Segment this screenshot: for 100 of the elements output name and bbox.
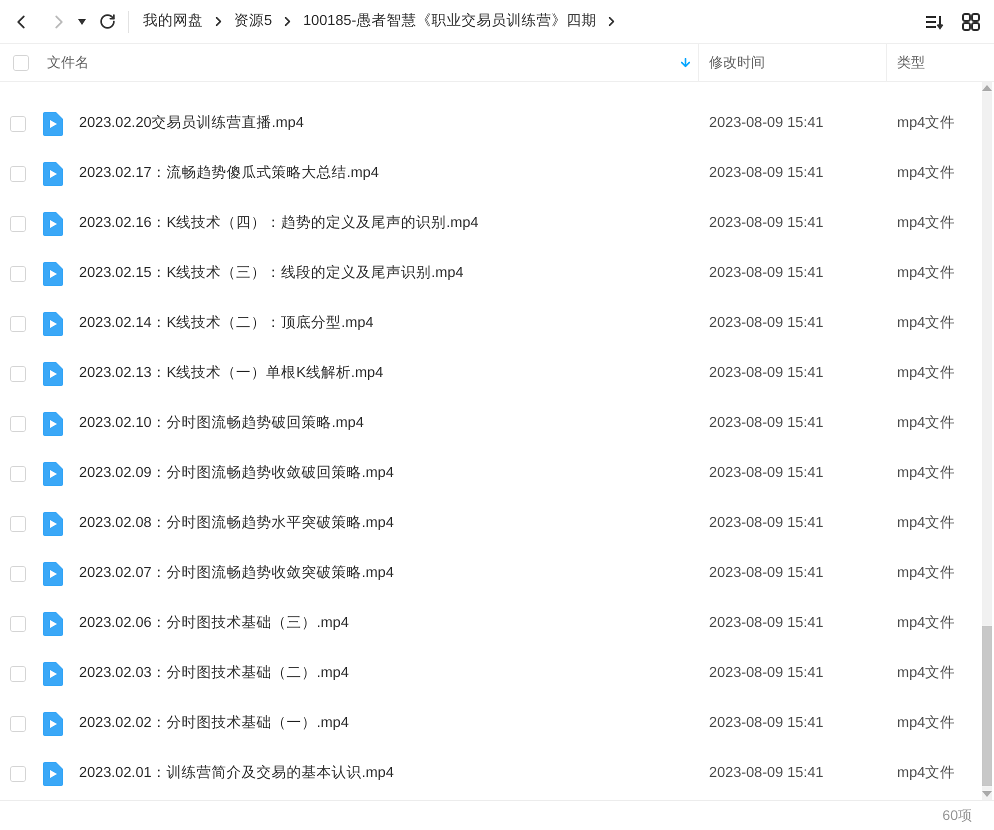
modified-time: 2023-08-09 15:41: [708, 264, 824, 284]
file-name: 2023.02.09：分时图流畅趋势收敛破回策略.mp4: [79, 464, 394, 484]
file-type: mp4文件: [896, 364, 956, 384]
refresh-icon: [98, 13, 116, 30]
checkbox[interactable]: [10, 116, 26, 132]
sort-arrow-icon: [679, 56, 692, 69]
file-name: 2023.02.06：分时图技术基础（三）.mp4: [79, 614, 349, 634]
checkbox[interactable]: [10, 316, 26, 332]
video-file-icon: [43, 362, 63, 386]
modified-time: 2023-08-09 15:41: [708, 564, 824, 584]
file-name: 2023.02.17：流畅趋势傻瓜式策略大总结.mp4: [79, 164, 379, 184]
file-row[interactable]: 2023.02.15：K线技术（三）：线段的定义及尾声识别.mp4 2023-08-09 15:41 mp4文件: [0, 249, 982, 299]
file-type: mp4文件: [896, 164, 956, 184]
checkbox[interactable]: [10, 416, 26, 432]
checkbox[interactable]: [10, 566, 26, 582]
checkbox[interactable]: [10, 666, 26, 682]
modified-time: 2023-08-09 15:41: [708, 664, 824, 684]
file-row[interactable]: 2023.02.13：K线技术（一）单根K线解析.mp4 2023-08-09 15:41 mp4文件: [0, 349, 982, 399]
video-file-icon: [43, 612, 63, 636]
video-file-icon: [43, 512, 63, 536]
checkbox[interactable]: [10, 216, 26, 232]
video-file-icon: [43, 462, 63, 486]
file-type: mp4文件: [896, 664, 956, 684]
video-file-icon: [43, 212, 63, 236]
video-file-icon: [43, 762, 63, 786]
modified-time: 2023-08-09 15:41: [708, 364, 824, 384]
scrollbar[interactable]: [982, 82, 992, 800]
checkbox[interactable]: [10, 166, 26, 182]
item-count: 60项: [942, 806, 972, 825]
file-row[interactable]: 2023.02.17：流畅趋势傻瓜式策略大总结.mp4 2023-08-09 15:41 mp4文件: [0, 149, 982, 199]
caret-down-icon: [78, 18, 86, 24]
checkbox[interactable]: [10, 466, 26, 482]
video-file-icon: [43, 412, 63, 436]
grid-view-button[interactable]: [960, 10, 982, 32]
file-name: 2023.02.15：K线技术（三）：线段的定义及尾声识别.mp4: [79, 264, 464, 284]
file-row[interactable]: 2023.02.02：分时图技术基础（一）.mp4 2023-08-09 15:41 mp4文件: [0, 699, 982, 749]
modified-time: 2023-08-09 15:41: [708, 114, 824, 134]
modified-time: 2023-08-09 15:41: [708, 214, 824, 234]
file-name: 2023.02.13：K线技术（一）单根K线解析.mp4: [79, 364, 384, 384]
file-name: 2023.02.02：分时图技术基础（一）.mp4: [79, 714, 349, 734]
breadcrumb-link[interactable]: 我的网盘: [143, 10, 203, 32]
modified-time: 2023-08-09 15:41: [708, 764, 824, 784]
file-name: 2023.02.16：K线技术（四）：趋势的定义及尾声的识别.mp4: [79, 214, 478, 234]
video-file-icon: [43, 312, 63, 336]
file-type: mp4文件: [896, 614, 956, 634]
breadcrumb-link[interactable]: 资源5: [234, 10, 272, 32]
file-type: mp4文件: [896, 314, 956, 334]
file-name: 2023.02.20交易员训练营直播.mp4: [79, 114, 304, 134]
file-type: mp4文件: [896, 464, 956, 484]
checkbox[interactable]: [10, 266, 26, 282]
file-name: 2023.02.07：分时图流畅趋势收敛突破策略.mp4: [79, 564, 394, 584]
file-type: mp4文件: [896, 764, 956, 784]
modified-time: 2023-08-09 15:41: [708, 314, 824, 334]
scroll-up-arrow-icon[interactable]: [982, 84, 992, 92]
video-file-icon: [43, 712, 63, 736]
file-row[interactable]: 2023.02.01：训练营简介及交易的基本认识.mp4 2023-08-09 15:41 mp4文件: [0, 749, 982, 799]
file-row[interactable]: 2023.02.07：分时图流畅趋势收敛突破策略.mp4 2023-08-09 15:41 mp4文件: [0, 549, 982, 599]
file-name: 2023.02.08：分时图流畅趋势水平突破策略.mp4: [79, 514, 394, 534]
column-header[interactable]: 修改时间: [709, 52, 880, 74]
file-name: 2023.02.10：分时图流畅趋势破回策略.mp4: [79, 414, 364, 434]
video-file-icon: [43, 112, 63, 136]
column-header[interactable]: 文件名: [47, 52, 692, 74]
file-name: 2023.02.01：训练营简介及交易的基本认识.mp4: [79, 764, 394, 784]
modified-time: 2023-08-09 15:41: [708, 164, 824, 184]
file-type: mp4文件: [896, 414, 956, 434]
modified-time: 2023-08-09 15:41: [708, 714, 824, 734]
video-file-icon: [43, 262, 63, 286]
video-file-icon: [43, 162, 63, 186]
file-type: mp4文件: [896, 214, 956, 234]
file-type: mp4文件: [896, 514, 956, 534]
breadcrumb-link[interactable]: 100185-愚者智慧《职业交易员训练营》四期: [303, 10, 596, 32]
checkbox[interactable]: [10, 616, 26, 632]
file-row[interactable]: 2023.02.09：分时图流畅趋势收敛破回策略.mp4 2023-08-09 15:41 mp4文件: [0, 449, 982, 499]
checkbox[interactable]: [10, 716, 26, 732]
file-row[interactable]: 2023.02.20交易员训练营直播.mp4 2023-08-09 15:41 mp4文件: [0, 99, 982, 149]
checkbox[interactable]: [13, 54, 29, 70]
file-type: mp4文件: [896, 114, 956, 134]
file-row[interactable]: 2023.02.16：K线技术（四）：趋势的定义及尾声的识别.mp4 2023-08-09 15:41 mp4文件: [0, 199, 982, 249]
file-name: 2023.02.03：分时图技术基础（二）.mp4: [79, 664, 349, 684]
file-row[interactable]: 2023.02.03：分时图技术基础（二）.mp4 2023-08-09 15:41 mp4文件: [0, 649, 982, 699]
column-header[interactable]: 类型: [897, 52, 988, 74]
file-type: mp4文件: [896, 714, 956, 734]
file-row[interactable]: 2023.02.14：K线技术（二）：顶底分型.mp4 2023-08-09 15:41 mp4文件: [0, 299, 982, 349]
modified-time: 2023-08-09 15:41: [708, 414, 824, 434]
checkbox[interactable]: [10, 366, 26, 382]
modified-time: 2023-08-09 15:41: [708, 514, 824, 534]
file-type: mp4文件: [896, 264, 956, 284]
file-name: 2023.02.14：K线技术（二）：顶底分型.mp4: [79, 314, 374, 334]
file-row[interactable]: 2023.02.06：分时图技术基础（三）.mp4 2023-08-09 15:41 mp4文件: [0, 599, 982, 649]
video-file-icon: [43, 662, 63, 686]
file-type: mp4文件: [896, 564, 956, 584]
modified-time: 2023-08-09 15:41: [708, 614, 824, 634]
scrollbar-thumb[interactable]: [982, 626, 992, 786]
checkbox[interactable]: [10, 516, 26, 532]
file-row[interactable]: 2023.02.10：分时图流畅趋势破回策略.mp4 2023-08-09 15:41 mp4文件: [0, 399, 982, 449]
modified-time: 2023-08-09 15:41: [708, 464, 824, 484]
checkbox[interactable]: [10, 766, 26, 782]
scroll-down-arrow-icon[interactable]: [982, 790, 992, 798]
file-row[interactable]: 2023.02.08：分时图流畅趋势水平突破策略.mp4 2023-08-09 15:41 mp4文件: [0, 499, 982, 549]
video-file-icon: [43, 562, 63, 586]
